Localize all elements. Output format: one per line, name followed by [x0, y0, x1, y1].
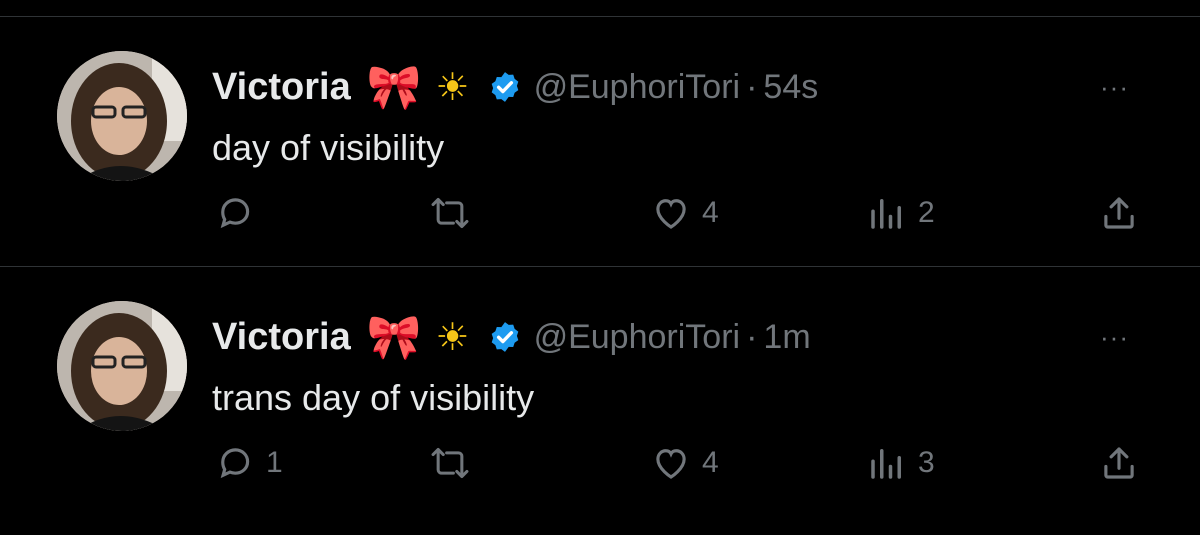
views-count: 3 [918, 446, 935, 479]
reply-button[interactable] [214, 192, 266, 234]
more-options-icon[interactable]: ··· [1100, 72, 1129, 103]
author-handle[interactable]: @EuphoriTori [534, 318, 741, 357]
more-options-icon[interactable]: ··· [1100, 322, 1129, 353]
heart-icon [656, 449, 686, 479]
retweet-button[interactable] [428, 192, 482, 234]
share-icon [1104, 197, 1134, 229]
separator-dot: · [746, 317, 758, 356]
bow-emoji: 🎀 [366, 312, 422, 363]
like-count: 4 [702, 196, 719, 229]
author-name[interactable]: Victoria [212, 66, 351, 109]
timestamp[interactable]: 54s [763, 68, 818, 107]
tweet[interactable]: Victoria 🎀 ☀ @EuphoriTori · 54s ··· day … [0, 17, 1200, 267]
timestamp[interactable]: 1m [763, 318, 810, 357]
share-icon [1104, 447, 1134, 479]
tweet-header: Victoria 🎀 ☀ @EuphoriTori · 54s [212, 47, 818, 127]
separator-dot: · [746, 67, 758, 106]
views-count: 2 [918, 196, 935, 229]
tweet[interactable]: Victoria 🎀 ☀ @EuphoriTori · 1m ··· trans… [0, 267, 1200, 517]
heart-icon [656, 199, 686, 229]
views-chart-icon [871, 449, 901, 479]
verified-badge-icon [488, 70, 522, 104]
tweet-header: Victoria 🎀 ☀ @EuphoriTori · 1m [212, 297, 811, 377]
tweet-actions: 4 2 [0, 182, 1200, 242]
sun-emoji: ☀ [435, 315, 470, 359]
share-button[interactable] [1098, 192, 1140, 234]
retweet-icon [431, 197, 469, 229]
views-button[interactable]: 3 [866, 442, 935, 484]
tweet-text: day of visibility [212, 127, 445, 168]
like-button[interactable]: 4 [650, 442, 719, 484]
author-name[interactable]: Victoria [212, 316, 351, 359]
retweet-button[interactable] [428, 442, 482, 484]
bow-emoji: 🎀 [366, 62, 422, 113]
views-button[interactable]: 2 [866, 192, 935, 234]
author-handle[interactable]: @EuphoriTori [534, 68, 741, 107]
reply-button[interactable]: 1 [214, 442, 283, 484]
views-chart-icon [871, 199, 901, 229]
verified-badge-icon [488, 320, 522, 354]
avatar[interactable] [57, 301, 187, 431]
sun-emoji: ☀ [435, 65, 470, 109]
like-button[interactable]: 4 [650, 192, 719, 234]
tweet-actions: 1 4 3 [0, 432, 1200, 492]
reply-count: 1 [266, 446, 283, 479]
like-count: 4 [702, 446, 719, 479]
avatar[interactable] [57, 51, 187, 181]
tweet-text: trans day of visibility [212, 377, 535, 418]
retweet-icon [431, 447, 469, 479]
reply-icon [220, 448, 250, 479]
reply-icon [220, 198, 250, 229]
share-button[interactable] [1098, 442, 1140, 484]
